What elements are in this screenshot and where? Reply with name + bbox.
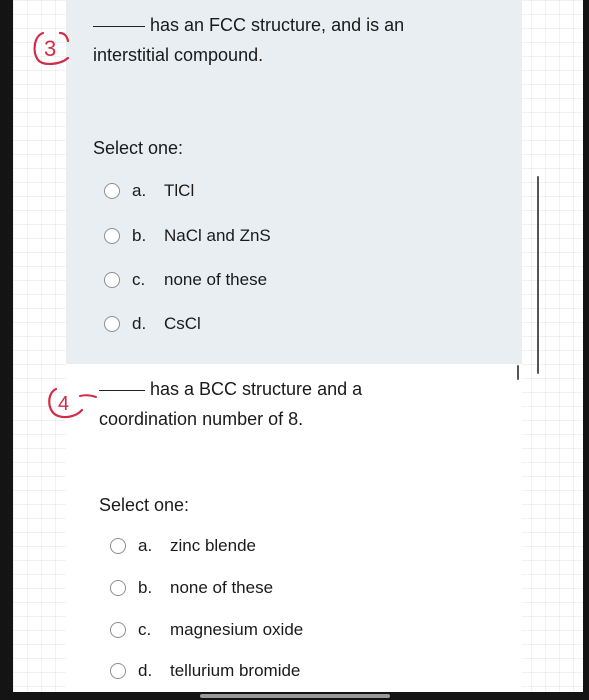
option-letter: a. [138,536,153,555]
svg-text:4: 4 [58,393,69,415]
home-indicator[interactable] [200,694,390,698]
scrollbar-end-tick [517,365,519,380]
answer-blank [93,26,145,27]
svg-text:3: 3 [44,36,56,61]
question-3-text: has an FCC structure, and is an intersti… [93,10,404,70]
radio-button[interactable] [104,228,120,244]
question-3-option-b[interactable]: b. NaCl and ZnS [104,224,271,248]
radio-button[interactable] [104,272,120,288]
option-letter: d. [132,314,147,333]
answer-blank [99,390,145,391]
option-letter: b. [132,226,147,245]
option-text: TlCl [164,181,195,200]
question-4-option-a[interactable]: a. zinc blende [110,534,256,558]
option-letter: a. [132,181,147,200]
option-text: none of these [164,270,268,289]
radio-button[interactable] [104,316,120,332]
handwritten-number-3-annotation: 3 [33,31,70,65]
question-4-text: has a BCC structure and a coordination n… [99,374,362,434]
question-4-line-1: has a BCC structure and a [150,379,363,399]
question-3-option-a[interactable]: a. TlCl [104,179,194,203]
option-text: tellurium bromide [170,661,301,680]
option-text: zinc blende [170,536,257,555]
option-letter: d. [138,661,153,680]
scrollbar[interactable] [537,176,539,374]
option-text: CsCl [164,314,201,333]
question-4-option-b[interactable]: b. none of these [110,576,273,600]
radio-button[interactable] [110,538,126,554]
question-3-option-d[interactable]: d. CsCl [104,312,201,336]
option-text: magnesium oxide [170,620,304,639]
question-3-line-1: has an FCC structure, and is an [150,15,405,35]
option-letter: c. [132,270,146,289]
radio-button[interactable] [104,183,120,199]
question-3-select-label: Select one: [93,138,184,158]
device-bezel-right [583,0,589,700]
option-text: none of these [170,578,274,597]
question-4-option-d[interactable]: d. tellurium bromide [110,659,300,683]
question-4-option-c[interactable]: c. magnesium oxide [110,618,303,642]
option-letter: c. [138,620,152,639]
handwritten-number-4-annotation: 4 [48,387,97,419]
radio-button[interactable] [110,663,126,679]
question-4-line-2: coordination number of 8. [99,409,304,429]
question-3-line-2: interstitial compound. [93,45,264,65]
radio-button[interactable] [110,580,126,596]
device-bezel-left [0,0,13,700]
question-3-option-c[interactable]: c. none of these [104,268,267,292]
option-text: NaCl and ZnS [164,226,271,245]
radio-button[interactable] [110,622,126,638]
option-letter: b. [138,578,153,597]
question-4-select-label: Select one: [99,495,190,515]
